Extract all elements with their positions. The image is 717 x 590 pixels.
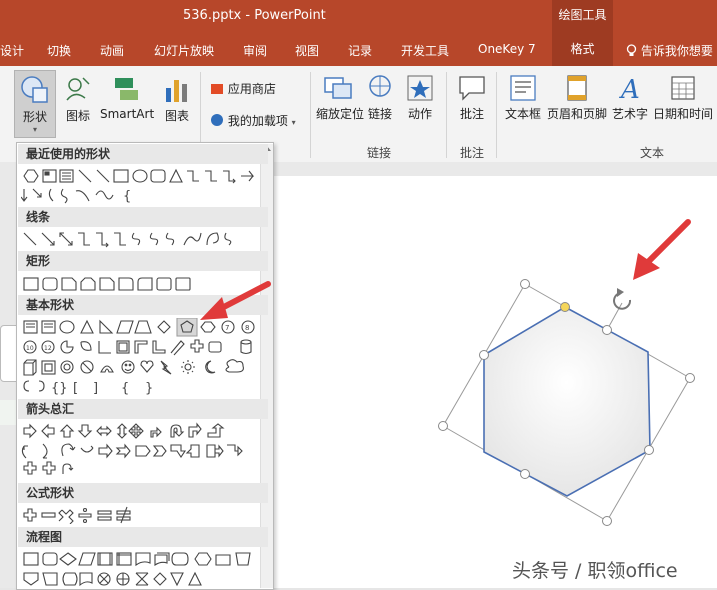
red-arrow-icon bbox=[200, 281, 271, 320]
watermark: 头条号 / 职领office bbox=[512, 560, 678, 582]
red-arrow-icon bbox=[633, 219, 691, 280]
annotation-arrows bbox=[200, 219, 691, 320]
